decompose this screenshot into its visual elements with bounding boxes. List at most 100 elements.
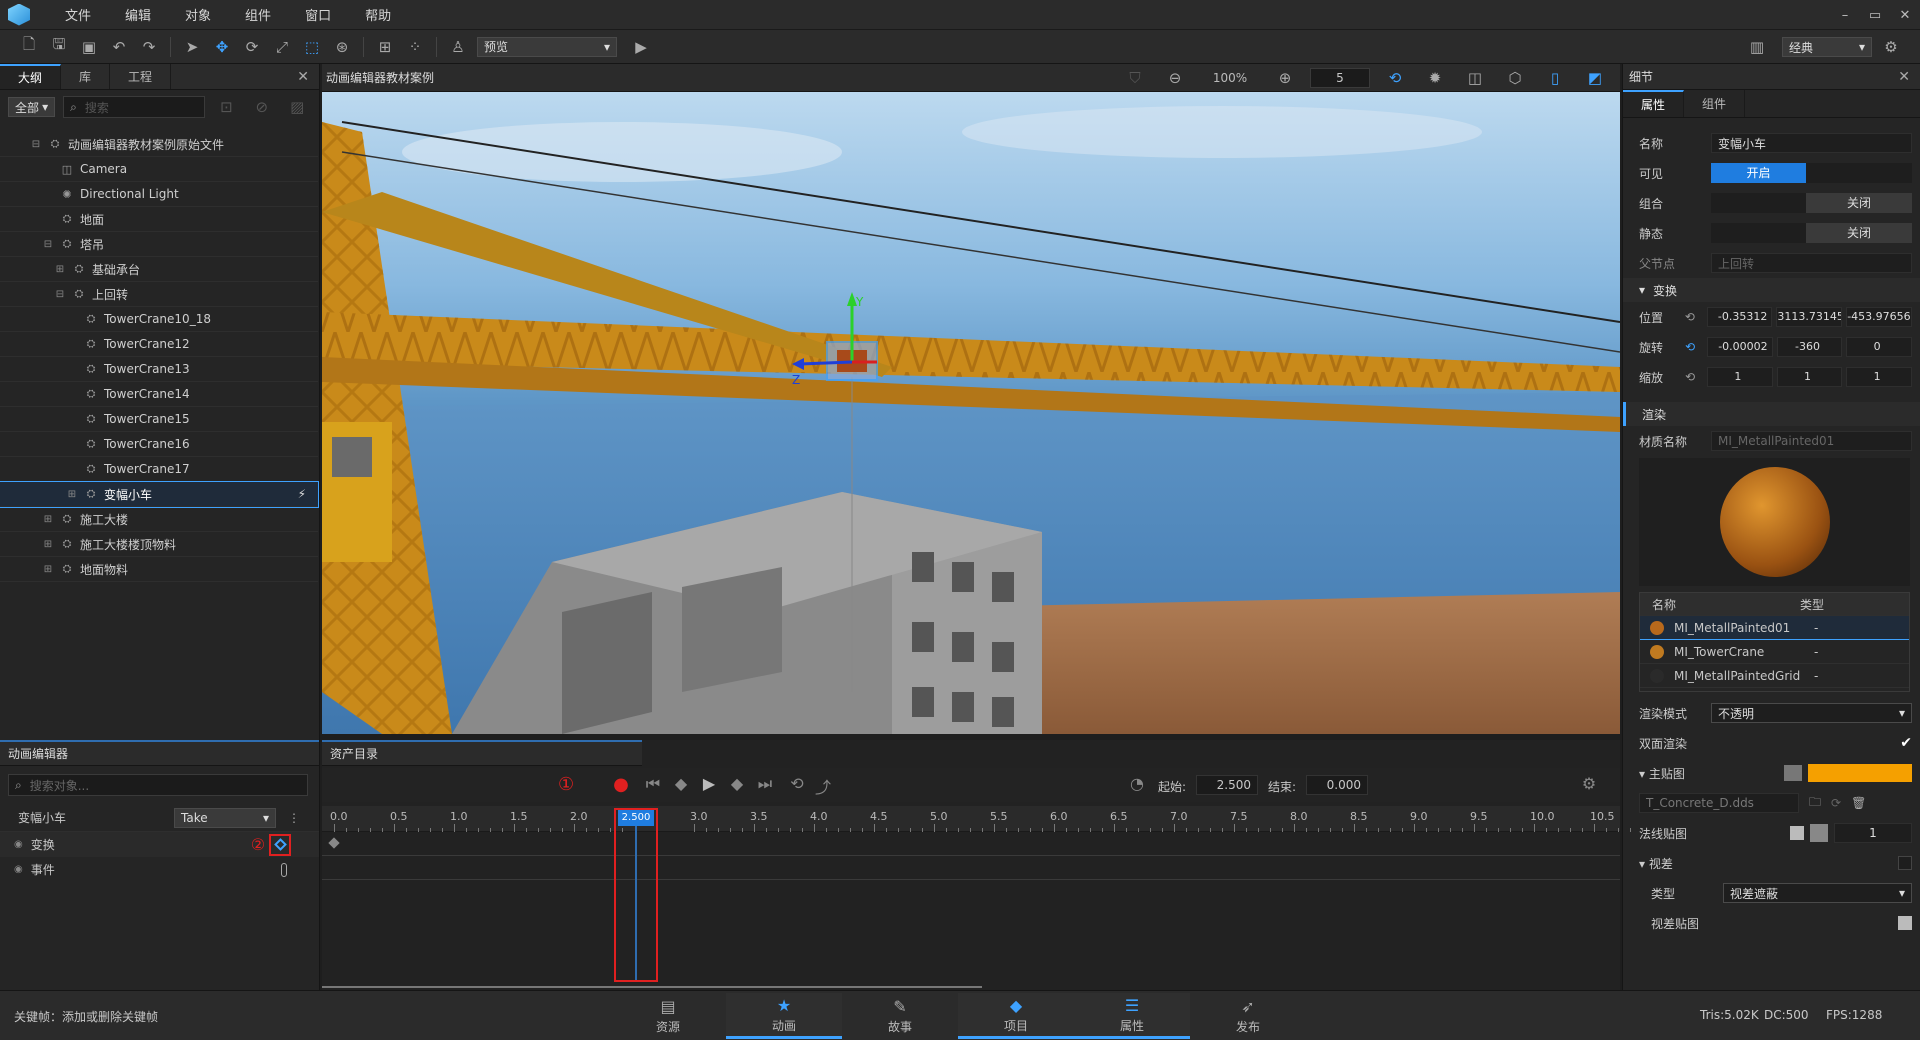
texture-thumb-icon[interactable] <box>1784 765 1802 781</box>
reset-icon[interactable]: ⟲ <box>1685 310 1707 324</box>
expand-toggle-icon[interactable]: ⊞ <box>54 264 66 275</box>
save-icon[interactable]: 🖫 <box>49 35 69 57</box>
expand-toggle-icon[interactable]: ⊞ <box>42 539 54 550</box>
preview-select[interactable]: 预览 ▾ <box>477 36 617 57</box>
track-row-event[interactable]: ◉ 事件 <box>0 857 319 882</box>
expand-toggle-icon[interactable]: ⊟ <box>54 289 66 300</box>
link-icon[interactable]: ⊡ <box>218 97 235 117</box>
more-options-icon[interactable]: ⋮ <box>288 811 300 825</box>
phone-icon[interactable]: ▯ <box>1545 68 1565 88</box>
reset-icon[interactable]: ⟲ <box>1685 340 1707 354</box>
tree-item[interactable]: ⊞ ⛭ 施工大楼 <box>0 507 318 532</box>
expand-toggle-icon[interactable]: ⊞ <box>66 489 78 500</box>
layout-select[interactable]: 经典 ▾ <box>1782 37 1872 57</box>
normal-color-swatch[interactable] <box>1810 824 1828 842</box>
end-field[interactable]: 0.000 <box>1306 775 1368 795</box>
tree-item[interactable]: ⊞ ⛭ 地面物料 <box>0 557 318 582</box>
tree-item[interactable]: ⊞ ⛭ 施工大楼楼顶物料 <box>0 532 318 557</box>
asset-catalog-tab[interactable]: 资产目录 <box>322 740 642 766</box>
maximize-button[interactable]: ▭ <box>1860 8 1890 23</box>
snap-icon[interactable]: ⁘ <box>405 37 425 57</box>
close-icon[interactable]: ✕ <box>1898 69 1910 85</box>
group-toggle[interactable]: 关闭 <box>1711 193 1912 213</box>
undo-icon[interactable]: ↶ <box>109 37 129 57</box>
layout-icon[interactable]: ▥ <box>1747 37 1767 57</box>
tab-library[interactable]: 库 <box>61 64 111 89</box>
tree-item[interactable]: ⊟ ⛭ 动画编辑器教材案例原始文件 <box>0 132 318 157</box>
material-row[interactable]: MI_TowerCrane - <box>1640 639 1909 663</box>
dock-button[interactable]: ▤ 资源 <box>610 993 726 1039</box>
menu-help[interactable]: 帮助 <box>365 5 391 24</box>
save-all-icon[interactable]: ▣ <box>79 37 99 57</box>
texture-file-field[interactable]: T_Concrete_D.dds <box>1639 793 1799 813</box>
loop-icon[interactable]: ⟲ <box>784 774 810 793</box>
shield-icon[interactable]: ⛉ <box>1125 68 1145 88</box>
render-mode-select[interactable]: 不透明 ▾ <box>1711 703 1912 723</box>
tree-item[interactable]: ⊟ ⛭ 上回转 <box>0 282 318 307</box>
timer-icon[interactable]: ◔ <box>1124 774 1150 793</box>
close-button[interactable]: ✕ <box>1890 8 1920 23</box>
dock-button[interactable]: ◆ 项目 <box>958 993 1074 1039</box>
cube-icon[interactable]: ⬡ <box>1505 68 1525 88</box>
tree-item[interactable]: ⊞ ⛭ 变幅小车 ⚡ <box>0 481 319 508</box>
gear-icon[interactable]: ⚙ <box>1576 774 1602 793</box>
tree-item[interactable]: ◫ Camera <box>0 157 318 182</box>
expand-toggle-icon[interactable]: ⊞ <box>42 564 54 575</box>
static-toggle[interactable]: 关闭 <box>1711 223 1912 243</box>
visible-toggle[interactable]: 开启 <box>1711 163 1912 183</box>
menu-window[interactable]: 窗口 <box>305 5 331 24</box>
zoom-out-icon[interactable]: ⊖ <box>1165 68 1185 88</box>
select-icon[interactable]: ➤ <box>182 37 202 57</box>
tab-outline[interactable]: 大纲 <box>0 64 62 89</box>
light-icon[interactable]: ✹ <box>1425 68 1445 88</box>
tree-item[interactable]: ⛭ TowerCrane16 <box>0 432 318 457</box>
curve-icon[interactable]: ⤴ <box>810 774 836 798</box>
position-z[interactable]: -453.97656 <box>1846 307 1913 327</box>
tree-item[interactable]: ⛭ TowerCrane10_18 <box>0 307 318 332</box>
local-space-icon[interactable]: ⬚ <box>302 37 322 57</box>
move-icon[interactable]: ✥ <box>212 37 232 57</box>
dock-button[interactable]: ☰ 属性 <box>1074 993 1190 1039</box>
playhead-label[interactable]: 2.500 <box>618 810 654 826</box>
rotation-x[interactable]: -0.00002 <box>1707 337 1773 357</box>
scale-icon[interactable]: ⤢ <box>272 37 292 57</box>
expand-toggle-icon[interactable]: ⊞ <box>42 514 54 525</box>
refresh-icon[interactable]: ⟲ <box>1385 68 1405 88</box>
redo-icon[interactable]: ↷ <box>139 37 159 57</box>
transform-section[interactable]: ▾ 变换 <box>1623 278 1920 302</box>
skip-start-icon[interactable]: ⏮ <box>640 774 666 794</box>
refresh-icon[interactable]: ⟳ <box>1831 796 1841 810</box>
rotation-z[interactable]: 0 <box>1846 337 1913 357</box>
camera-icon[interactable]: ◫ <box>1465 68 1485 88</box>
prev-key-icon[interactable]: ◆ <box>668 774 694 793</box>
dock-button[interactable]: ➶ 发布 <box>1190 993 1306 1039</box>
tree-item[interactable]: ⛭ TowerCrane13 <box>0 357 318 382</box>
scrollbar-thumb[interactable] <box>322 986 982 988</box>
track-row-transform[interactable]: ◉ 变换 ② <box>0 832 319 857</box>
normal-strength-field[interactable]: 1 <box>1834 823 1912 843</box>
tree-item[interactable]: ⛭ TowerCrane14 <box>0 382 318 407</box>
name-field[interactable]: 变幅小车 <box>1711 133 1912 153</box>
texture-thumb-icon[interactable] <box>1790 826 1804 840</box>
menu-edit[interactable]: 编辑 <box>125 5 151 24</box>
trash-icon[interactable]: 🗑 <box>1851 796 1866 810</box>
tree-item[interactable]: ⛭ 地面 <box>0 207 318 232</box>
menu-object[interactable]: 对象 <box>185 5 211 24</box>
play-icon[interactable]: ▶ <box>631 37 651 57</box>
record-icon[interactable]: ● <box>608 774 634 795</box>
character-icon[interactable]: ♙ <box>448 37 468 57</box>
pivot-icon[interactable]: ⊛ <box>332 37 352 57</box>
zoom-in-icon[interactable]: ⊕ <box>1275 68 1295 88</box>
event-marker-icon[interactable] <box>280 862 287 877</box>
menu-component[interactable]: 组件 <box>245 5 271 24</box>
camera-speed-field[interactable]: 5 <box>1310 67 1370 88</box>
rotation-y[interactable]: -360 <box>1776 337 1843 357</box>
unlink-icon[interactable]: ⊘ <box>253 97 270 117</box>
eye-icon[interactable]: ◉ <box>14 864 23 875</box>
scale-x[interactable]: 1 <box>1707 367 1773 387</box>
time-ruler[interactable]: 0.0 0.5 1.0 1.5 2.0 3.0 3.5 4.0 4.5 5.0 5.5 6.0 6.5 7… <box>322 806 1643 832</box>
skip-end-icon[interactable]: ⏭ <box>752 774 778 794</box>
scene-viewport[interactable]: Y Z <box>322 92 1620 734</box>
outline-search-input[interactable]: ⌕ 搜索 <box>63 96 205 118</box>
grid-icon[interactable]: ⊞ <box>375 37 395 57</box>
